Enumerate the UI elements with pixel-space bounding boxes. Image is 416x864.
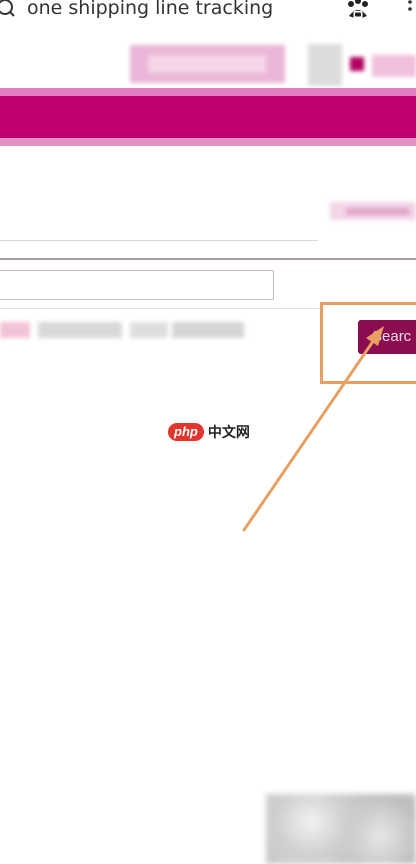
more-vertical-icon[interactable] xyxy=(405,0,415,20)
search-query-text[interactable]: one shipping line tracking xyxy=(27,0,273,19)
section-divider xyxy=(0,240,318,241)
baidu-paw-icon[interactable] xyxy=(345,0,371,20)
navigation-band xyxy=(0,88,416,146)
watermark-text: 中文网 xyxy=(207,425,250,441)
annotation-highlight-box xyxy=(320,302,416,384)
search-icon xyxy=(0,0,15,17)
blurred-helper-text-4 xyxy=(172,322,244,338)
blurred-header-logo-inner xyxy=(148,55,266,73)
form-bottom-divider xyxy=(0,308,320,309)
watermark: php 中文网 xyxy=(168,422,250,442)
form-divider xyxy=(0,258,416,260)
blurred-helper-text-3 xyxy=(130,322,168,338)
blurred-helper-text-1 xyxy=(0,322,30,338)
blurred-link-text xyxy=(346,208,410,215)
blurred-header-item-right xyxy=(372,55,416,77)
blurred-helper-text-2 xyxy=(38,322,122,338)
search-bar[interactable]: one shipping line tracking xyxy=(0,0,416,22)
blurred-header-item xyxy=(308,44,342,86)
blurred-header-item-accent xyxy=(350,57,364,71)
tracking-number-input[interactable] xyxy=(0,270,274,300)
blurred-image xyxy=(266,794,416,864)
watermark-logo: php xyxy=(168,423,204,441)
